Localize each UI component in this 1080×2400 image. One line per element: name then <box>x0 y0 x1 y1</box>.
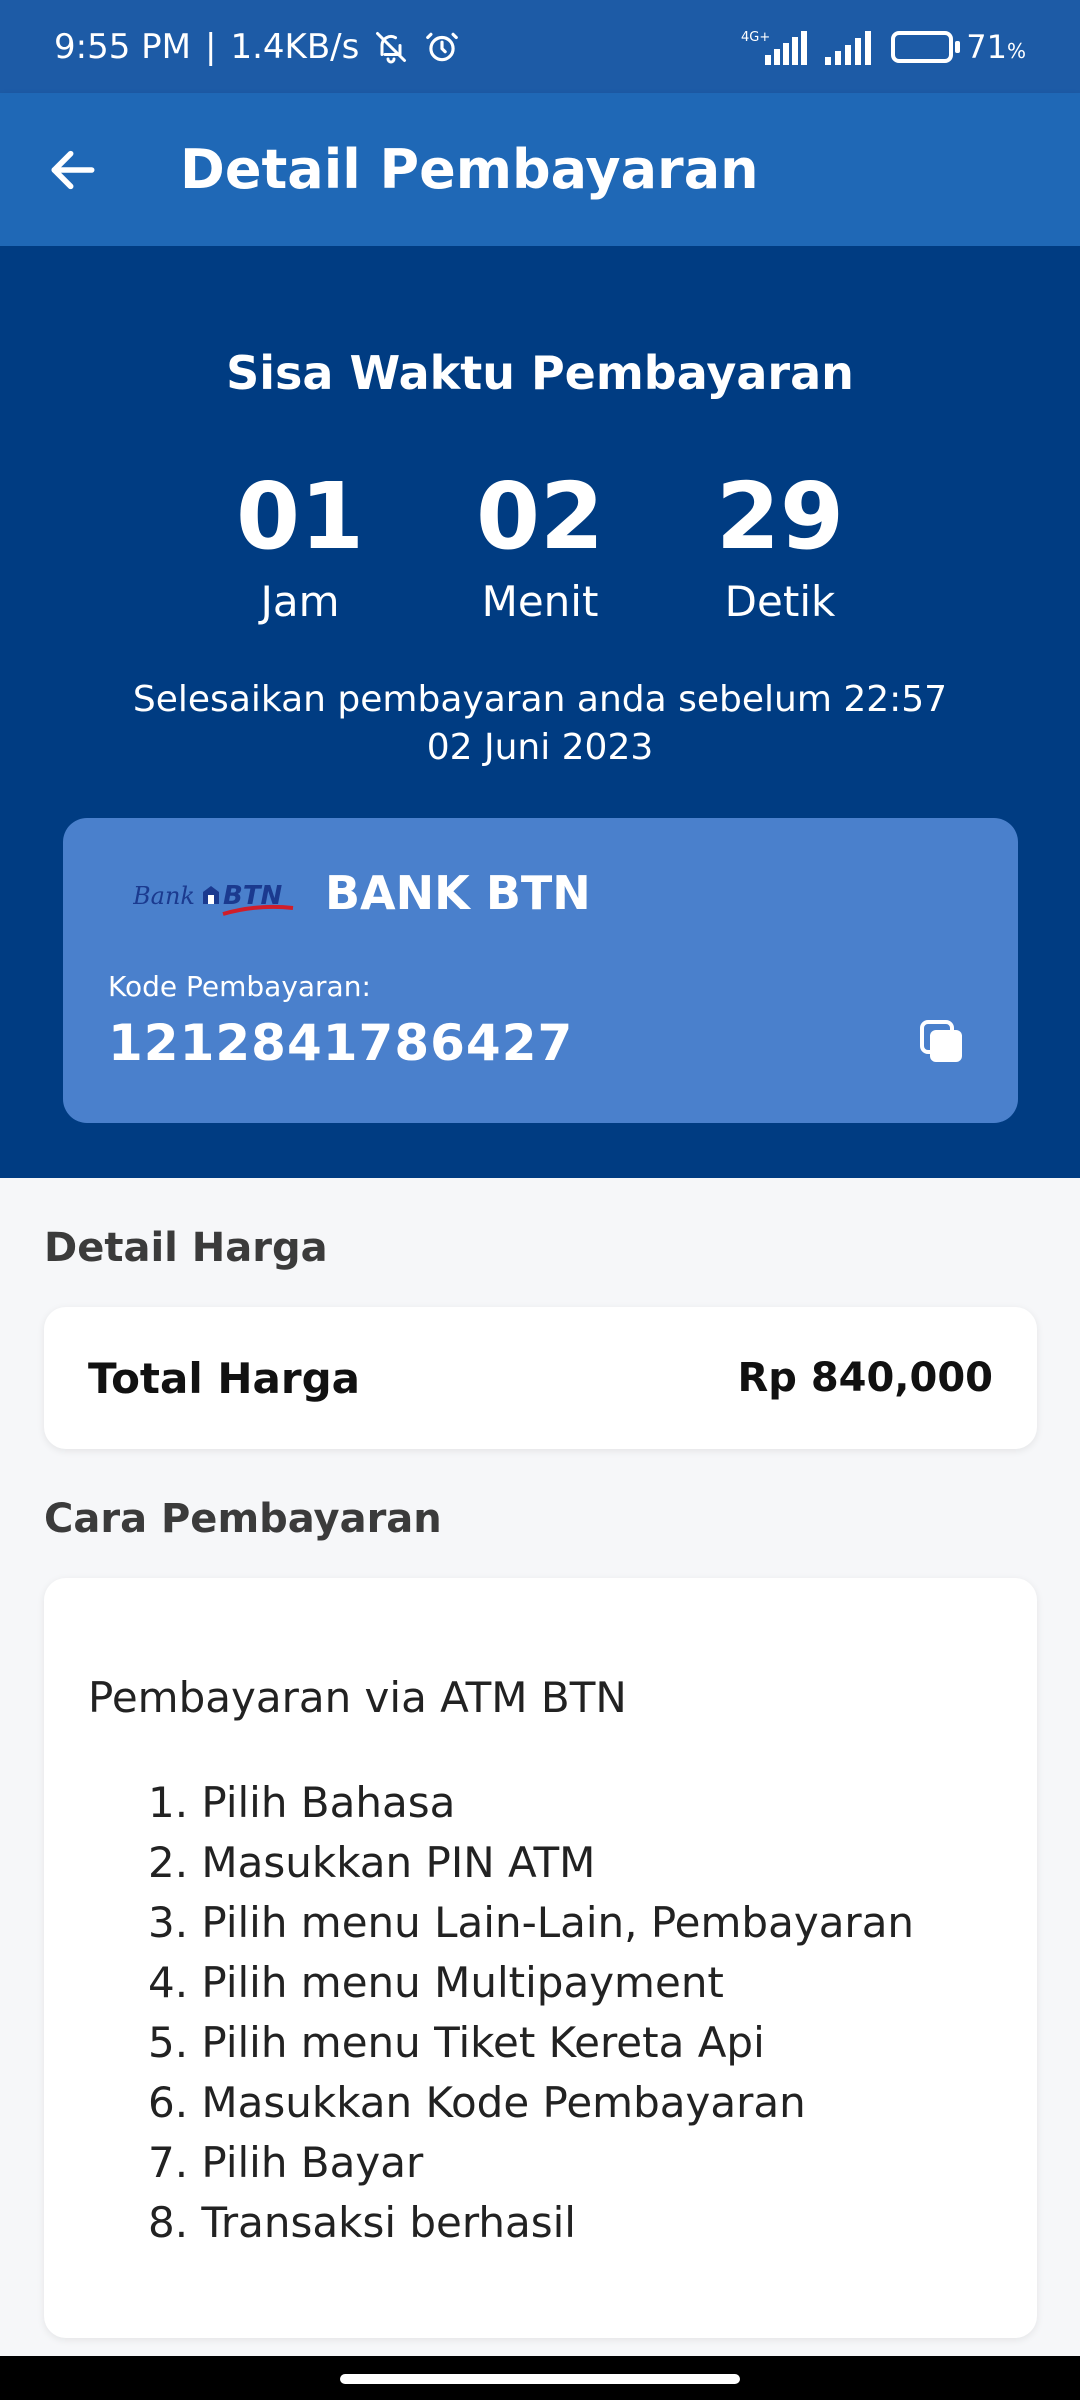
timer-title: Sisa Waktu Pembayaran <box>226 346 854 400</box>
payment-code-label: Kode Pembayaran: <box>108 970 371 1003</box>
arrow-left-icon <box>51 150 95 189</box>
seconds-value: 29 <box>715 463 845 570</box>
battery-icon: 71% <box>891 28 1026 66</box>
countdown-seconds: 29 Detik <box>660 466 900 626</box>
copy-icon <box>920 1020 962 1062</box>
instruction-step: 8. Transaksi berhasil <box>148 2198 576 2247</box>
status-right: 4G+ 71% <box>741 27 1026 67</box>
timer-section: Sisa Waktu Pembayaran 01 Jam 02 Menit 29… <box>0 246 1080 1178</box>
deadline-line-1: Selesaikan pembayaran anda sebelum 22:57 <box>132 679 948 720</box>
status-bar: 9:55 PM | 1.4KB/s 4G+ 71% <box>0 0 1080 93</box>
home-gesture-handle[interactable] <box>340 2374 740 2384</box>
payment-instructions-card: Pembayaran via ATM BTN 1. Pilih Bahasa 2… <box>44 1578 1037 2338</box>
svg-text:Bank: Bank <box>133 882 195 910</box>
page-title: Detail Pembayaran <box>180 138 759 201</box>
method-section-title: Cara Pembayaran <box>44 1496 442 1542</box>
instruction-step: 7. Pilih Bayar <box>148 2138 424 2187</box>
status-time: 9:55 PM <box>54 26 191 67</box>
instruction-steps: 1. Pilih Bahasa 2. Masukkan PIN ATM 3. P… <box>148 1773 914 2253</box>
bank-name: BANK BTN <box>325 866 591 920</box>
total-price-value: Rp 840,000 <box>737 1355 993 1401</box>
hours-value: 01 <box>235 463 365 570</box>
instruction-step: 4. Pilih menu Multipayment <box>148 1958 724 2007</box>
countdown: 01 Jam 02 Menit 29 Detik <box>0 466 1080 626</box>
alarm-icon <box>423 28 461 66</box>
bell-off-icon <box>373 29 409 65</box>
deadline-note: Selesaikan pembayaran anda sebelum 22:57… <box>0 676 1080 772</box>
copy-button[interactable] <box>906 1006 978 1078</box>
status-left: 9:55 PM | 1.4KB/s <box>54 27 461 67</box>
instructions-title: Pembayaran via ATM BTN <box>88 1673 627 1722</box>
deadline-line-2: 02 Juni 2023 <box>426 727 654 768</box>
bank-card: Bank BTN BANK BTN Kode Pembayaran: 12128… <box>63 818 1018 1123</box>
total-price-label: Total Harga <box>88 1353 360 1403</box>
countdown-minutes: 02 Menit <box>420 466 660 626</box>
back-button[interactable] <box>18 115 128 225</box>
status-separator: | <box>205 26 217 67</box>
countdown-hours: 01 Jam <box>180 466 420 626</box>
instruction-step: 2. Masukkan PIN ATM <box>148 1838 596 1887</box>
price-section-title: Detail Harga <box>44 1225 328 1271</box>
signal-4g-icon: 4G+ <box>741 27 811 67</box>
battery-percent: 71% <box>966 27 1026 66</box>
minutes-value: 02 <box>475 463 605 570</box>
instruction-step: 6. Masukkan Kode Pembayaran <box>148 2078 806 2127</box>
minutes-label: Menit <box>481 577 599 627</box>
signal-icon <box>825 29 877 65</box>
network-label: 4G+ <box>741 30 770 45</box>
app-bar: Detail Pembayaran <box>0 93 1080 246</box>
system-nav-bar <box>0 2356 1080 2400</box>
instruction-step: 1. Pilih Bahasa <box>148 1778 456 1827</box>
instruction-step: 5. Pilih menu Tiket Kereta Api <box>148 2018 765 2067</box>
hours-label: Jam <box>260 577 340 627</box>
btn-logo: Bank BTN <box>132 868 303 928</box>
instruction-step: 3. Pilih menu Lain-Lain, Pembayaran <box>148 1898 915 1947</box>
seconds-label: Detik <box>724 577 836 627</box>
network-speed: 1.4KB/s <box>230 26 360 67</box>
payment-code-value: 1212841786427 <box>108 1014 574 1072</box>
price-card: Total Harga Rp 840,000 <box>44 1307 1037 1449</box>
